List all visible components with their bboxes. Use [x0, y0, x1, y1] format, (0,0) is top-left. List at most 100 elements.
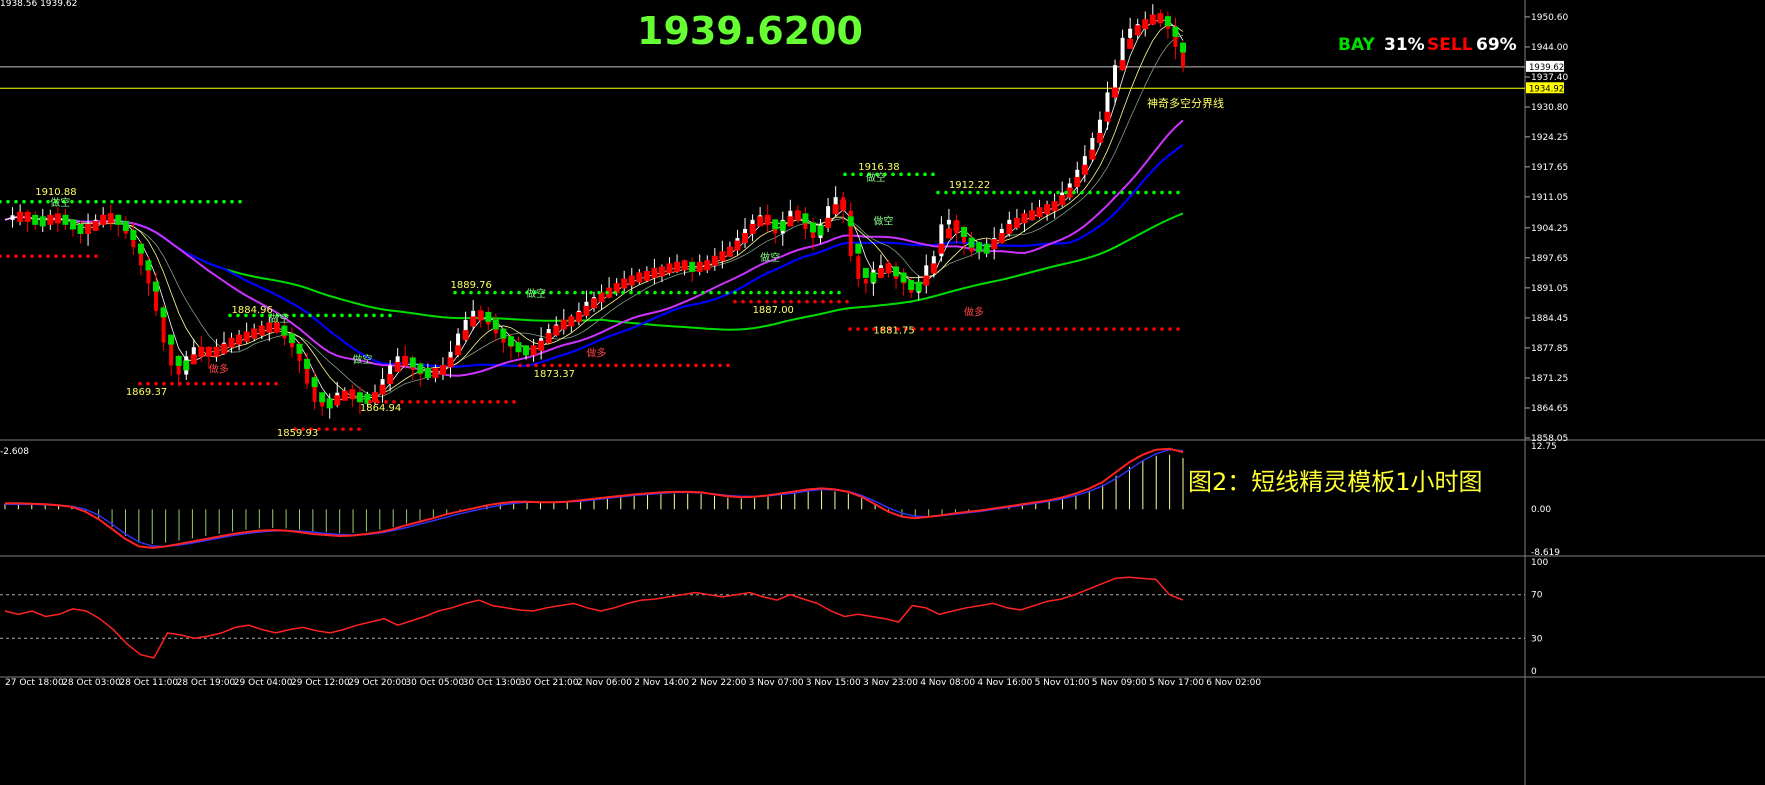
- sar-dot-red: [813, 299, 817, 304]
- sar-dot-red: [14, 254, 18, 259]
- trend-ribbon-block: [749, 223, 756, 234]
- sar-dot-red: [138, 381, 142, 386]
- price-annotation: 做空: [352, 353, 372, 366]
- sar-dot-green: [765, 290, 769, 295]
- trend-ribbon-block: [658, 266, 665, 277]
- sar-dot-green: [781, 290, 785, 295]
- trend-ribbon-block: [1051, 201, 1058, 212]
- trend-ribbon-block: [560, 319, 567, 330]
- price-tick-label: 1871.25: [1531, 374, 1568, 384]
- sar-dot-red: [504, 400, 508, 404]
- sar-dot-red: [944, 327, 948, 331]
- sar-dot-green: [1088, 190, 1092, 195]
- price-annotation: 做空: [866, 171, 886, 184]
- sar-dot-green: [1176, 190, 1180, 195]
- sar-dot-red: [574, 363, 578, 368]
- trend-ribbon-block: [47, 214, 54, 225]
- trend-ribbon-block: [243, 331, 250, 342]
- trend-ribbon-block: [500, 328, 507, 339]
- sar-dot-green: [501, 290, 505, 295]
- trend-ribbon-block: [341, 390, 348, 401]
- sar-dot-red: [333, 427, 337, 431]
- trend-ribbon-block: [213, 346, 220, 357]
- price-annotation: 做多: [586, 346, 606, 359]
- price-tick-label: 1877.85: [1531, 344, 1568, 354]
- candle-body: [856, 256, 861, 279]
- macd-title: -2.608: [0, 447, 29, 457]
- price-axis: 1950.60 1944.00 1937.40 1930.80 1924.25 1917.…: [1525, 13, 1568, 444]
- sar-dot-red: [952, 327, 956, 331]
- sar-dot-green: [693, 290, 697, 295]
- time-tick-label: 3 Nov 07:00: [749, 678, 804, 688]
- trend-ribbon-block: [100, 214, 107, 225]
- sar-dot-green: [166, 199, 170, 204]
- trend-ribbon-block: [130, 230, 137, 241]
- trend-ribbon-block: [470, 316, 477, 327]
- trend-ribbon-block: [85, 223, 92, 234]
- trend-ribbon-block: [968, 237, 975, 248]
- sar-dot-green: [859, 172, 863, 177]
- sar-dot-green: [453, 290, 457, 295]
- trend-ribbon-block: [288, 333, 295, 344]
- sar-dot-green: [1096, 190, 1100, 195]
- trend-ribbon-block: [1127, 38, 1134, 49]
- sar-dot-green: [1016, 190, 1020, 195]
- price-annotation: 1881.75: [873, 326, 914, 337]
- sar-dot-green: [94, 199, 98, 204]
- sar-dot-green: [206, 199, 210, 204]
- sar-dot-red: [718, 363, 722, 368]
- trend-ribbon-block: [168, 334, 175, 345]
- sar-dot-red: [194, 381, 198, 386]
- sar-dot-green: [214, 199, 218, 204]
- sar-dot-green: [364, 313, 368, 318]
- sar-dot-red: [242, 381, 246, 386]
- sar-dot-red: [1096, 327, 1100, 331]
- trend-ribbon-block: [1081, 164, 1088, 175]
- sar-dot-green: [477, 290, 481, 295]
- trend-ribbon-block: [787, 216, 794, 227]
- trend-ribbon-block: [447, 357, 454, 368]
- sar-dot-green: [1024, 190, 1028, 195]
- sar-dot-red: [38, 254, 42, 259]
- sar-dot-red: [202, 381, 206, 386]
- trend-ribbon-block: [568, 316, 575, 327]
- sar-dot-red: [566, 363, 570, 368]
- trend-ribbon-block: [908, 280, 915, 291]
- trend-ribbon-block: [515, 342, 522, 353]
- trend-ribbon-block: [1119, 60, 1126, 71]
- sar-dot-red: [1136, 327, 1140, 331]
- trend-ribbon-block: [251, 328, 258, 339]
- trend-ribbon-block: [394, 361, 401, 372]
- sar-dot-green: [597, 290, 601, 295]
- sar-dot-green: [821, 290, 825, 295]
- time-tick-label: 29 Oct 04:00: [234, 678, 293, 688]
- trend-ribbon-block: [356, 392, 363, 403]
- sar-dot-red: [805, 299, 809, 304]
- sar-dot-red: [542, 363, 546, 368]
- sar-dot-red: [1000, 327, 1004, 331]
- price-annotation: 1889.76: [451, 280, 492, 291]
- sar-dot-green: [837, 290, 841, 295]
- sar-dot-red: [614, 363, 618, 368]
- trend-ribbon-block: [1149, 14, 1156, 25]
- trend-ribbon-block: [945, 228, 952, 239]
- trend-ribbon-block: [719, 251, 726, 262]
- trend-ribbon-block: [69, 219, 76, 230]
- sar-dot-green: [372, 313, 376, 318]
- sar-dot-red: [646, 363, 650, 368]
- sar-dot-green: [851, 172, 855, 177]
- time-tick-label: 2 Nov 06:00: [577, 678, 632, 688]
- time-tick-label: 2 Nov 22:00: [691, 678, 746, 688]
- time-tick-label: 6 Nov 02:00: [1206, 678, 1261, 688]
- trend-ribbon-block: [115, 214, 122, 225]
- trend-ribbon-block: [1006, 223, 1013, 234]
- time-tick-label: 5 Nov 09:00: [1092, 678, 1147, 688]
- sar-dot-red: [749, 299, 753, 304]
- sar-dot-red: [1024, 327, 1028, 331]
- price-annotation: 做空: [873, 214, 893, 227]
- sar-dot-green: [629, 290, 633, 295]
- sar-dot-red: [550, 363, 554, 368]
- sar-dot-red: [6, 254, 10, 259]
- candle-body: [946, 219, 951, 225]
- divider-label: 神奇多空分界线: [1147, 96, 1224, 110]
